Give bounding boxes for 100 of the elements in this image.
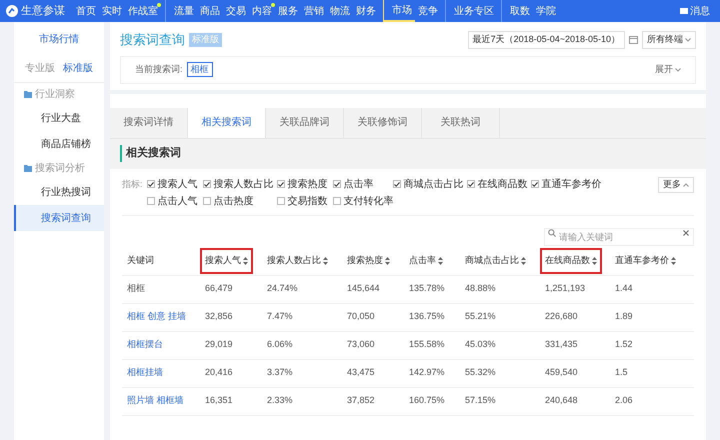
checkbox-box[interactable] (332, 197, 341, 205)
nav-item[interactable]: 作战室 (125, 0, 161, 22)
keyword-cell[interactable]: 相框摆台 (122, 338, 200, 352)
sort-icon[interactable] (323, 257, 328, 265)
nav-item[interactable]: 财务 (353, 0, 379, 22)
table-cell-text: 32,856 (204, 310, 234, 324)
metric-checkbox[interactable]: 商城点击占比 (392, 176, 467, 192)
check-icon (468, 182, 474, 186)
section-title: 相关搜索词 (120, 145, 181, 162)
metric-checkbox[interactable]: 搜索热度 (276, 176, 333, 192)
tab[interactable]: 相关搜索词 (188, 108, 266, 138)
checkbox-box[interactable] (276, 180, 285, 188)
metric-checkbox[interactable]: 直通车参考价 (530, 176, 605, 192)
brand-name: 生意参谋 (21, 4, 65, 19)
column-header[interactable]: 在线商品数 (540, 248, 602, 274)
nav-item[interactable]: 交易 (223, 0, 249, 22)
metric-checkbox[interactable]: 点击人气 (146, 194, 203, 208)
column-header[interactable]: 商城点击占比 (460, 248, 531, 274)
table-cell-text: 6.06% (266, 338, 294, 352)
keyword-cell-text: 相框 (126, 282, 146, 296)
sort-icon[interactable] (438, 257, 443, 265)
sort-icon[interactable] (592, 257, 597, 265)
metric-checkbox[interactable]: 搜索人数占比 (202, 176, 277, 192)
table-cell-text: 459,540 (544, 366, 579, 380)
messages-button[interactable]: 消息 (680, 4, 710, 18)
checkbox-box[interactable] (202, 180, 211, 188)
checkbox-box[interactable] (146, 197, 155, 205)
keyword-cell[interactable]: 相框 创意 挂墙 (122, 310, 200, 324)
column-header[interactable]: 直通车参考价 (610, 248, 681, 274)
group-label: 行业洞察 (35, 88, 75, 102)
calendar-icon[interactable] (629, 35, 638, 44)
current-term-tag[interactable]: 相框 (186, 62, 213, 78)
metric-checkbox[interactable]: 在线商品数 (466, 176, 531, 192)
nav-item[interactable]: 实时 (99, 0, 125, 22)
nav-item[interactable]: 内容 (249, 0, 275, 22)
edition-tab[interactable]: 专业版 (25, 61, 55, 76)
sort-icon[interactable] (671, 257, 676, 265)
expand-toggle[interactable]: 展开 (655, 62, 681, 76)
sort-icon[interactable] (243, 257, 248, 265)
sidebar-item[interactable]: 搜索词查询 (14, 205, 104, 231)
nav-item[interactable]: 竞争 (415, 0, 441, 22)
column-header[interactable]: 搜索热度 (342, 248, 395, 274)
keyword-cell[interactable]: 相框挂墙 (122, 366, 200, 380)
sidebar-title: 市场行情 (38, 32, 80, 47)
tab[interactable]: 关联热词 (422, 108, 500, 138)
column-header[interactable]: 搜索人数占比 (262, 248, 333, 274)
sidebar-item[interactable]: 行业大盘 (14, 105, 104, 131)
terminal-dropdown[interactable]: 所有终端 (642, 30, 696, 49)
checkbox-box[interactable] (466, 180, 475, 188)
keyword-search-field[interactable]: 请输入关键词 (544, 228, 694, 246)
metric-checkbox[interactable]: 搜索人气 (146, 176, 203, 192)
chevron-icon (675, 68, 681, 72)
checkbox-box[interactable] (530, 180, 539, 188)
table-cell-text: 2.33% (266, 394, 294, 408)
checkbox-box[interactable] (146, 180, 155, 188)
mail-icon (680, 8, 688, 14)
clear-icon[interactable] (683, 230, 689, 236)
checkbox-box[interactable] (332, 180, 341, 188)
table-cell-text: 1.44 (614, 282, 634, 296)
nav-item[interactable]: 首页 (73, 0, 99, 22)
sidebar-item[interactable]: 行业热搜词 (14, 179, 104, 205)
page-title: 搜索词查询 (120, 31, 185, 49)
nav-item[interactable]: 商品 (197, 0, 223, 22)
table-cell-text: 160.75% (408, 394, 446, 408)
edition-tab[interactable]: 标准版 (63, 61, 93, 76)
sort-icon[interactable] (385, 257, 390, 265)
table-cell-text: 1.52 (614, 338, 634, 352)
nav-item[interactable]: 物流 (327, 0, 353, 22)
checkbox-box[interactable] (276, 197, 285, 205)
column-header[interactable]: 搜索人气 (200, 248, 253, 274)
metric-checkbox[interactable]: 支付转化率 (332, 194, 393, 208)
nav-item[interactable]: 营销 (301, 0, 327, 22)
table-cell-text: 1,251,193 (544, 282, 586, 296)
table-cell-text: 7.47% (266, 310, 294, 324)
checkbox-box[interactable] (392, 180, 401, 188)
check-icon (278, 182, 284, 186)
metric-checkbox[interactable]: 点击热度 (202, 194, 277, 208)
more-button[interactable]: 更多 (658, 176, 694, 192)
nav-item[interactable]: 学院 (533, 0, 559, 22)
keyword-cell[interactable]: 照片墙 相框墙 (122, 394, 200, 408)
column-header: 关键词 (126, 254, 155, 268)
table-cell-text: 37,852 (346, 394, 376, 408)
sort-icon[interactable] (521, 257, 526, 265)
table-cell-text: 1.89 (614, 310, 634, 324)
table-cell-text: 73,060 (346, 338, 376, 352)
sidebar-item[interactable]: 商品店铺榜 (14, 131, 104, 157)
checkbox-box[interactable] (202, 197, 211, 205)
group-label: 搜索词分析 (35, 162, 85, 176)
check-icon (148, 182, 154, 186)
tab[interactable]: 关联品牌词 (266, 108, 344, 138)
column-header[interactable]: 点击率 (404, 248, 448, 274)
logo-icon (6, 5, 18, 17)
check-icon (204, 182, 210, 186)
nav-item[interactable]: 服务 (275, 0, 301, 22)
table-cell-text: 29,019 (204, 338, 234, 352)
table-cell-text: 1.5 (614, 366, 629, 380)
metric-checkbox[interactable]: 交易指数 (276, 194, 333, 208)
tab[interactable]: 关联修饰词 (344, 108, 422, 138)
metric-checkbox[interactable]: 点击率 (332, 176, 393, 192)
date-range-field[interactable]: 最近7天（2018-05-04~2018-05-10） (468, 30, 625, 49)
